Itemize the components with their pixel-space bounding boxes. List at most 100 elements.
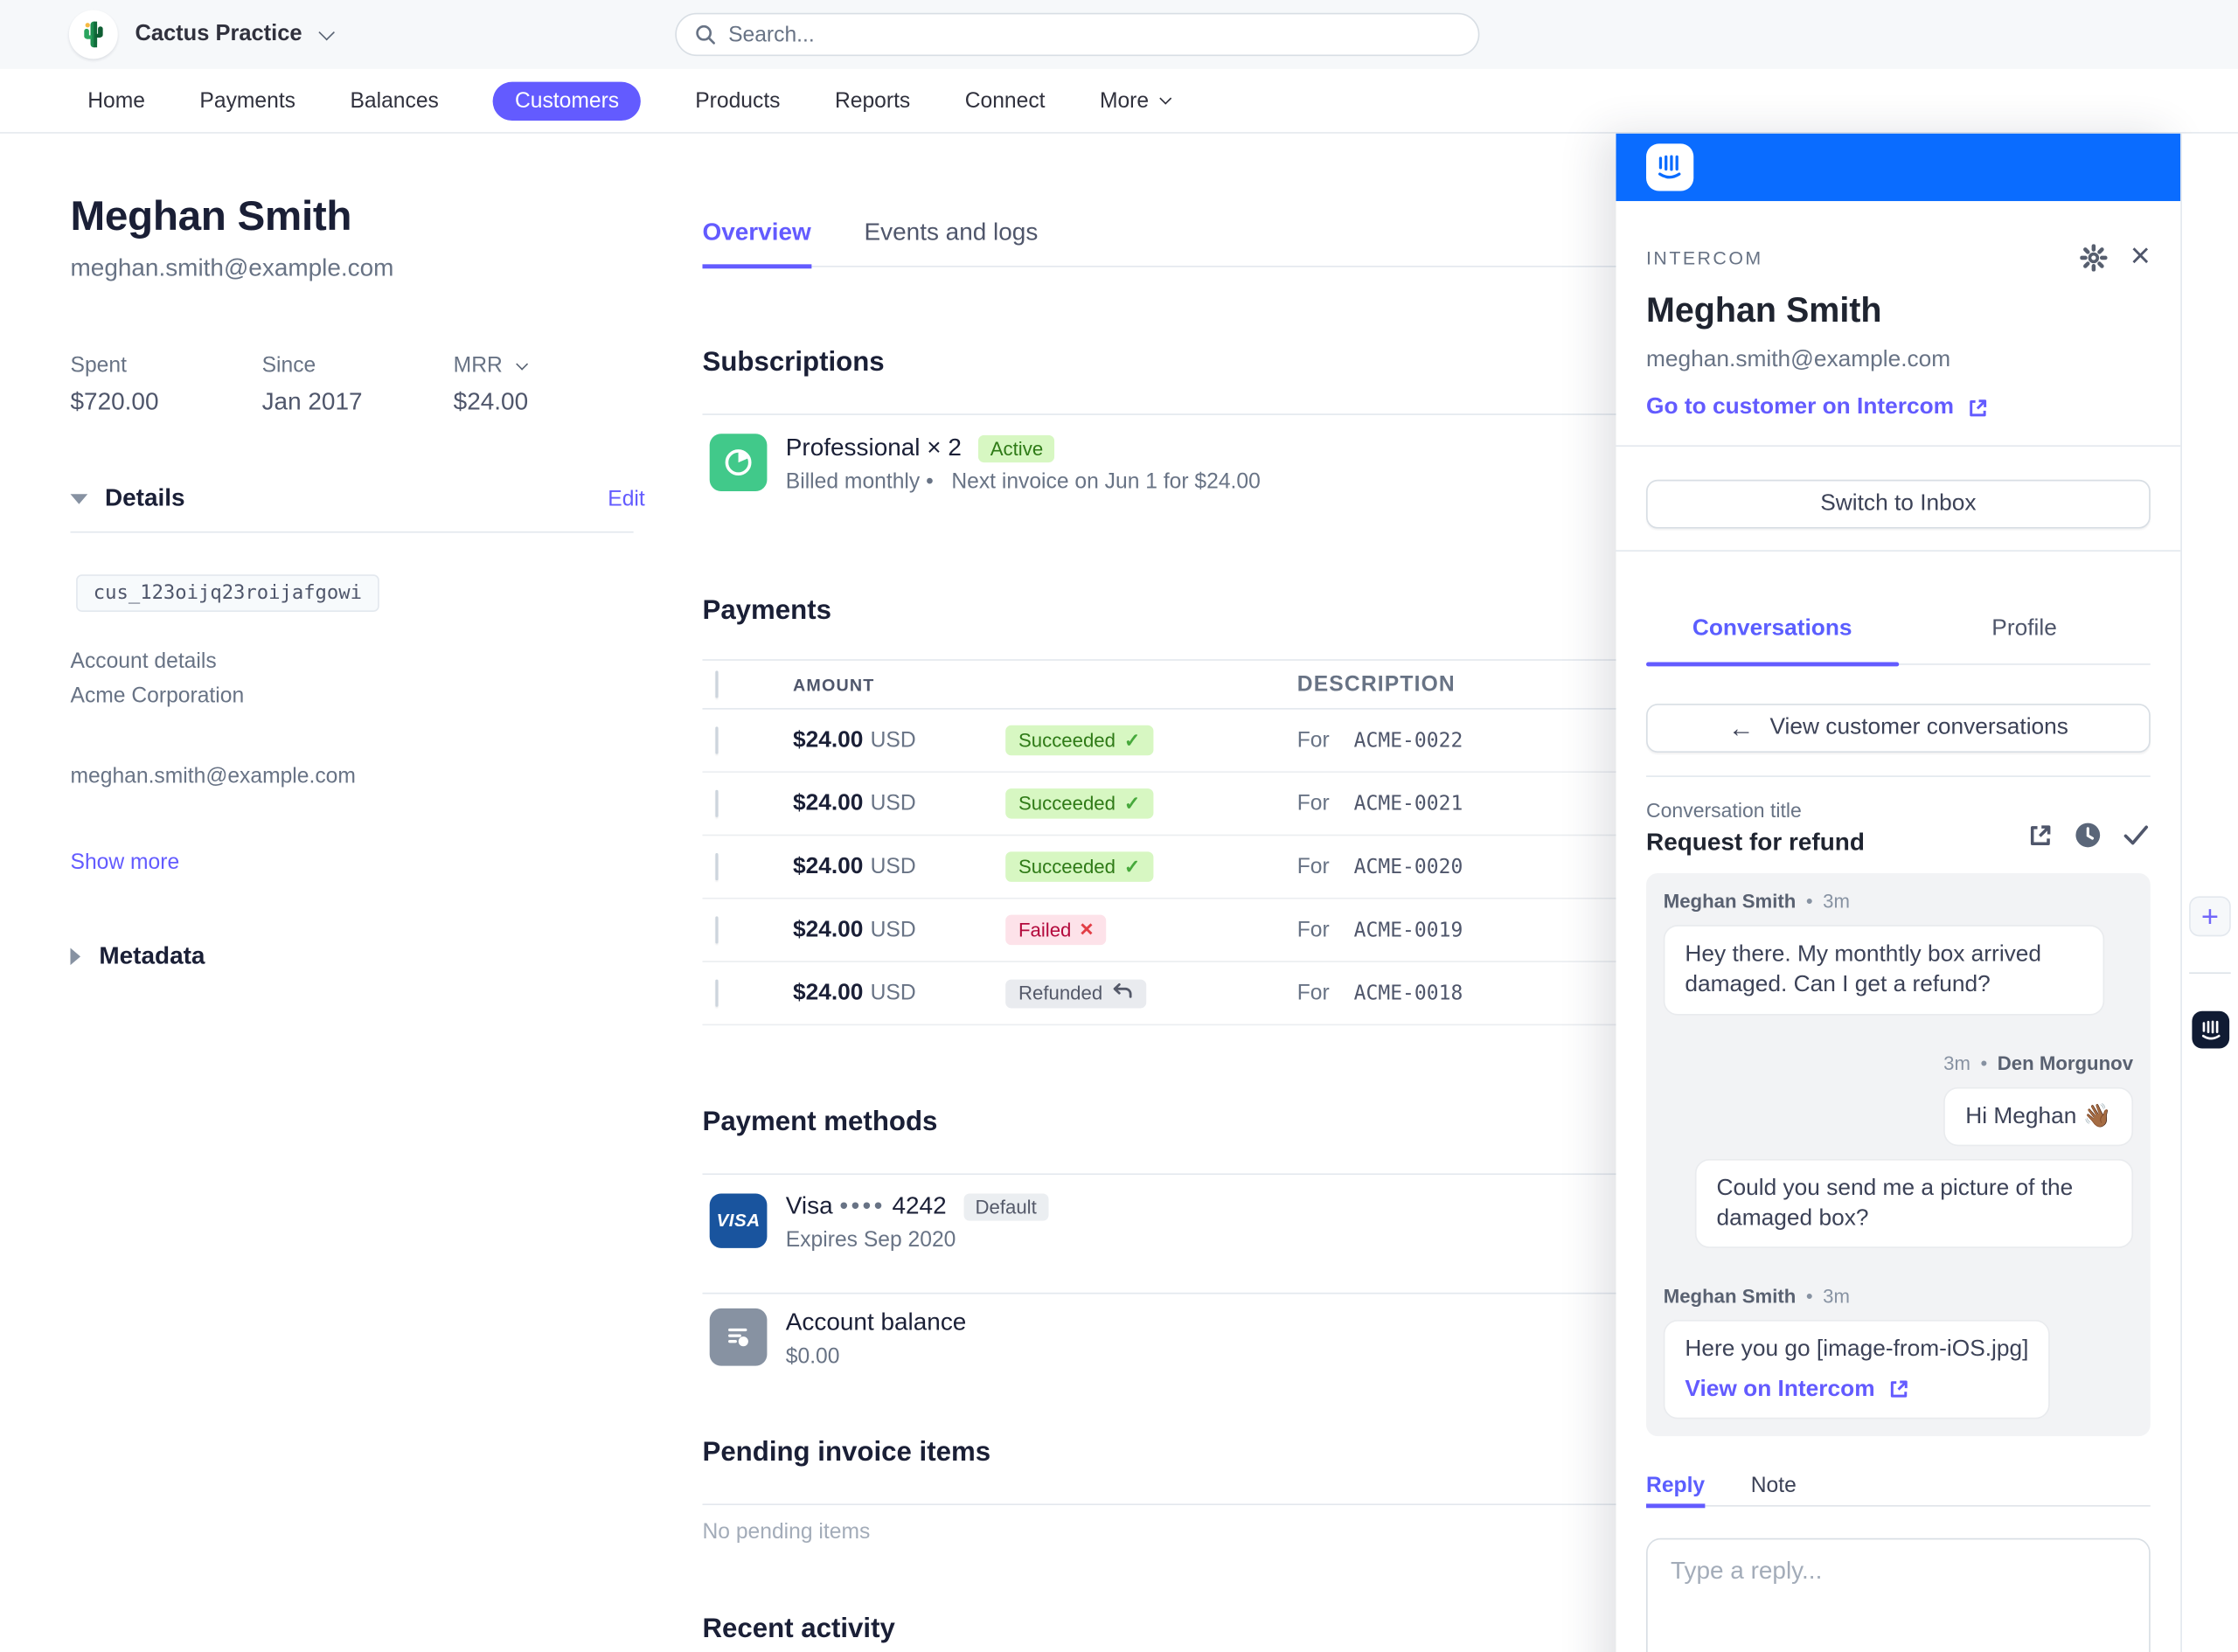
collapse-caret-icon[interactable] <box>71 493 88 503</box>
customer-email: meghan.smith@example.com <box>71 254 645 283</box>
select-all-checkbox[interactable] <box>715 670 718 698</box>
card-row[interactable]: VISA Visa •••• 4242 Default Expires Sep … <box>702 1175 1663 1294</box>
message-meta: 3m • Den Morgunov <box>1664 1052 2133 1074</box>
payments-table: AMOUNT DESCRIPTION $24.00USD Succeeded✓ … <box>702 659 1663 1025</box>
page-title: Meghan Smith <box>71 194 645 241</box>
view-customer-conversations-button[interactable]: ← View customer conversations <box>1646 704 2151 753</box>
status-badge-succeeded: Succeeded✓ <box>1005 851 1153 882</box>
global-search[interactable] <box>675 13 1479 56</box>
open-external-icon[interactable] <box>2026 822 2054 849</box>
default-badge: Default <box>963 1193 1048 1220</box>
row-checkbox[interactable] <box>715 979 718 1006</box>
intercom-tabs: Conversations Profile <box>1646 616 2151 665</box>
nav-item-customers[interactable]: Customers <box>493 81 640 120</box>
row-checkbox[interactable] <box>715 852 718 879</box>
status-badge-succeeded: Succeeded✓ <box>1005 725 1153 756</box>
nav-item-home[interactable]: Home <box>87 88 145 113</box>
check-icon: ✓ <box>1124 729 1141 752</box>
divider <box>702 1503 1663 1505</box>
intercom-customer-name: Meghan Smith <box>1646 292 2151 332</box>
cactus-logo-icon <box>69 10 118 59</box>
stat-spent: Spent $720.00 <box>71 353 262 416</box>
tab-profile[interactable]: Profile <box>1898 616 2150 663</box>
nav-item-payments[interactable]: Payments <box>199 88 295 113</box>
snooze-clock-icon[interactable] <box>2075 822 2102 849</box>
return-arrow-icon <box>1111 982 1133 1004</box>
balance-label: Account balance <box>786 1308 967 1337</box>
nav-item-connect[interactable]: Connect <box>965 88 1046 113</box>
payment-row[interactable]: $24.00USD Refunded ForACME-0018 <box>702 962 1663 1025</box>
view-on-intercom-link[interactable]: View on Intercom <box>1685 1374 2028 1405</box>
add-app-button[interactable]: + <box>2189 896 2231 936</box>
message-meta: Meghan Smith • 3m <box>1664 891 2133 913</box>
account-company: Acme Corporation <box>71 679 645 713</box>
account-name: Cactus Practice <box>135 22 302 48</box>
intercom-logo-icon <box>1646 143 1693 191</box>
card-dots: •••• <box>839 1192 885 1221</box>
payments-heading: Payments <box>702 596 1663 628</box>
payment-row[interactable]: $24.00USD Succeeded✓ ForACME-0020 <box>702 836 1663 899</box>
left-arrow-icon: ← <box>1728 713 1755 744</box>
divider <box>1616 445 2181 447</box>
chevron-down-icon[interactable] <box>516 357 528 370</box>
billing-cycle: Billed monthly <box>786 469 920 494</box>
account-switcher[interactable]: Cactus Practice <box>69 10 331 59</box>
column-amount: AMOUNT <box>793 674 992 694</box>
invoice-number: ACME-0018 <box>1354 982 1463 1005</box>
no-pending-items: No pending items <box>702 1519 1663 1544</box>
invoice-number: ACME-0019 <box>1354 920 1463 942</box>
recent-activity-heading: Recent activity <box>702 1614 1663 1646</box>
close-icon[interactable]: × <box>2130 239 2151 274</box>
intercom-app-icon[interactable] <box>2192 1011 2229 1049</box>
account-balance-row[interactable]: Account balance $0.00 <box>702 1294 1663 1368</box>
payment-row[interactable]: $24.00USD Succeeded✓ ForACME-0022 <box>702 710 1663 773</box>
tab-events-and-logs[interactable]: Events and logs <box>865 219 1039 247</box>
customer-id-chip[interactable]: cus_123oijq23roijafgowi <box>76 574 379 612</box>
payment-row[interactable]: $24.00USD Failed× ForACME-0019 <box>702 899 1663 962</box>
subscription-clock-icon <box>710 434 768 491</box>
row-checkbox[interactable] <box>715 915 718 942</box>
expand-caret-icon[interactable] <box>71 947 81 965</box>
invoice-number: ACME-0021 <box>1354 793 1463 816</box>
search-input[interactable] <box>728 22 1461 46</box>
customer-stats: Spent $720.00 Since Jan 2017 MRR $24.00 <box>71 353 645 416</box>
resolve-check-icon[interactable] <box>2122 822 2151 849</box>
row-checkbox[interactable] <box>715 789 718 816</box>
row-checkbox[interactable] <box>715 726 718 753</box>
stat-mrr: MRR $24.00 <box>454 353 645 416</box>
nav-item-balances[interactable]: Balances <box>350 88 438 113</box>
payment-row[interactable]: $24.00USD Succeeded✓ ForACME-0021 <box>702 773 1663 836</box>
external-link-icon <box>1887 1378 1910 1400</box>
x-icon: × <box>1080 919 1093 941</box>
details-email: meghan.smith@example.com <box>71 764 645 788</box>
customer-detail-column: Overview Events and logs Subscriptions P… <box>702 134 1663 1646</box>
go-to-customer-link[interactable]: Go to customer on Intercom <box>1646 395 2151 421</box>
invoice-icon <box>710 1308 768 1366</box>
tab-reply[interactable]: Reply <box>1646 1474 1705 1505</box>
tab-overview[interactable]: Overview <box>702 219 810 247</box>
switch-to-inbox-button[interactable]: Switch to Inbox <box>1646 480 2151 529</box>
edit-details-link[interactable]: Edit <box>608 486 644 510</box>
subscription-row[interactable]: Professional × 2 Active Billed monthly •… <box>702 415 1663 540</box>
tab-conversations[interactable]: Conversations <box>1646 616 1898 663</box>
divider <box>1646 775 2151 777</box>
metadata-heading: Metadata <box>99 942 205 971</box>
account-details: Account details Acme Corporation <box>71 645 645 714</box>
message-bubble: Could you send me a picture of the damag… <box>1695 1159 2133 1249</box>
tab-note[interactable]: Note <box>1751 1474 1797 1505</box>
message-bubble: Hi Meghan 👋🏾 <box>1944 1086 2133 1146</box>
status-badge-failed: Failed× <box>1005 915 1106 946</box>
show-more-link[interactable]: Show more <box>71 850 645 875</box>
chevron-down-icon <box>1159 93 1171 105</box>
reply-input[interactable] <box>1646 1538 2151 1652</box>
app-label: INTERCOM <box>1646 246 1763 268</box>
conversation-thread: Meghan Smith • 3m Hey there. My monthtly… <box>1646 873 2151 1436</box>
gear-icon[interactable] <box>2080 244 2107 271</box>
nav-item-products[interactable]: Products <box>695 88 780 113</box>
nav-item-more[interactable]: More <box>1100 88 1168 113</box>
next-invoice: Next invoice on Jun 1 for $24.00 <box>951 469 1261 494</box>
message-meta: Meghan Smith • 3m <box>1664 1286 2133 1308</box>
nav-item-reports[interactable]: Reports <box>835 88 910 113</box>
topbar: Cactus Practice <box>0 0 2238 69</box>
pending-invoice-heading: Pending invoice items <box>702 1438 1663 1469</box>
